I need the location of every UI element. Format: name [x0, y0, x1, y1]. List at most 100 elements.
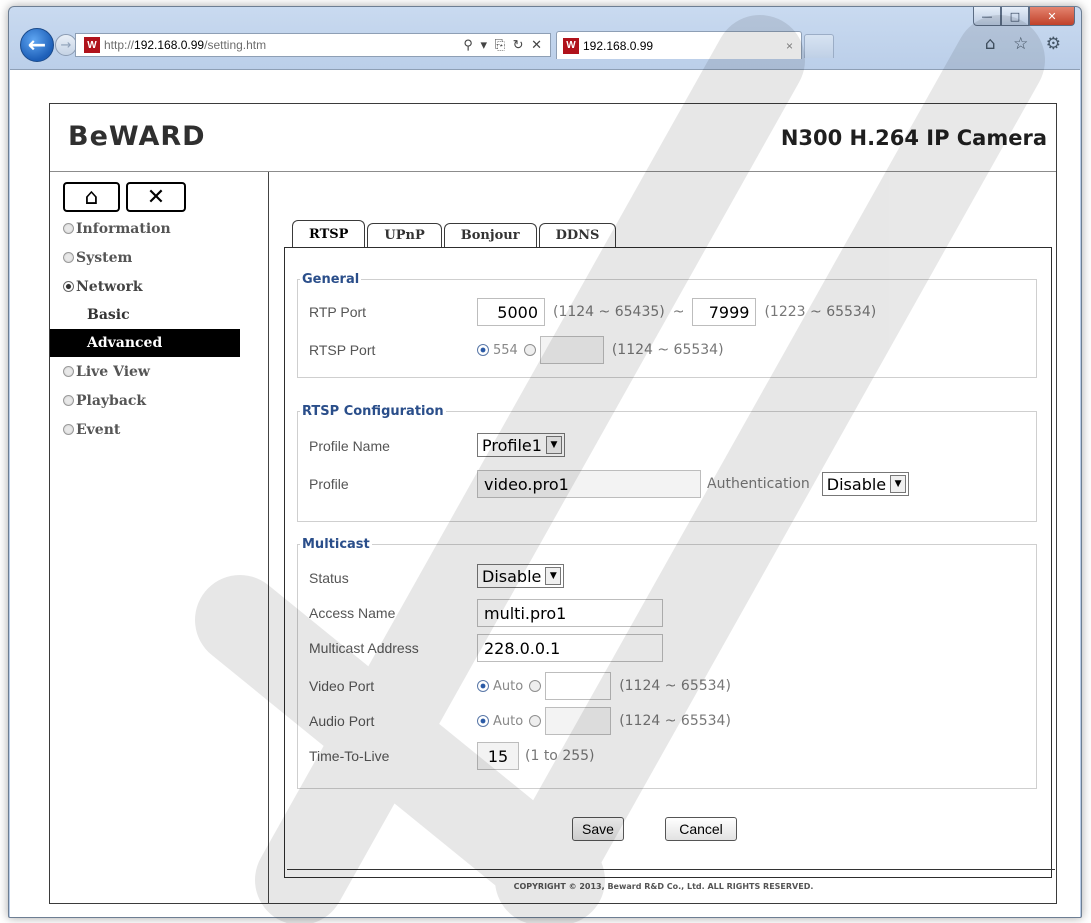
tab-upnp[interactable]: UPnP	[367, 223, 442, 247]
forward-button[interactable]: →	[55, 34, 77, 56]
page-header: BeWARD N300 H.264 IP Camera	[50, 104, 1056, 172]
rtsp-port-range: (1124 ~ 65534)	[611, 342, 724, 358]
maximize-button[interactable]: □	[1001, 7, 1029, 26]
camera-settings-page: BeWARD N300 H.264 IP Camera ⌂ ✕ Informat…	[49, 103, 1057, 904]
copyright-text: COPYRIGHT © 2013, Beward R&D Co., Ltd. A…	[513, 882, 814, 891]
rtsp-configuration-legend: RTSP Configuration	[302, 404, 444, 419]
rtsp-port-controls: 554 (1124 ~ 65534)	[477, 336, 724, 364]
audio-port-custom-input[interactable]	[545, 707, 612, 735]
sidebar-item-playback[interactable]: Playback	[50, 386, 268, 415]
status-label: Status	[309, 570, 349, 586]
status-value: Disable	[482, 566, 542, 586]
status-select[interactable]: Disable ▼	[477, 564, 565, 588]
bullet-icon	[63, 395, 74, 406]
sidebar-item-network[interactable]: Network	[50, 272, 268, 301]
tab-close-icon[interactable]: ×	[786, 39, 793, 53]
ttl-label: Time-To-Live	[309, 748, 390, 764]
profile-name-value: Profile1	[482, 435, 542, 455]
footer-divider	[287, 869, 1055, 870]
back-button[interactable]: ←	[20, 28, 54, 62]
ttl-input[interactable]: 15	[477, 742, 519, 770]
dropdown-arrow-icon: ▼	[890, 475, 907, 493]
sidebar-item-information[interactable]: Information	[50, 214, 268, 243]
multicast-address-label: Multicast Address	[309, 640, 419, 656]
sidebar-item-live-view[interactable]: Live View	[50, 357, 268, 386]
sidebar-item-system[interactable]: System	[50, 243, 268, 272]
close-button[interactable]: ✕	[1029, 7, 1075, 26]
video-port-range: (1124 ~ 65534)	[619, 678, 731, 694]
main-content: RTSP UPnP Bonjour DDNS General RTP Port …	[284, 220, 1053, 878]
rtp-port-label: RTP Port	[309, 304, 367, 320]
toolbar-icons[interactable]: ⌂ ☆ ⚙	[985, 34, 1067, 54]
general-legend: General	[302, 272, 360, 287]
browser-tab-active[interactable]: W 192.168.0.99 ×	[556, 31, 802, 59]
video-port-custom-radio[interactable]	[529, 680, 542, 692]
tab-title: 192.168.0.99	[583, 38, 654, 53]
audio-port-range: (1124 ~ 65534)	[619, 713, 731, 729]
cancel-button[interactable]: Cancel	[665, 817, 737, 841]
multicast-address-input[interactable]: 228.0.0.1	[477, 634, 663, 662]
dropdown-arrow-icon: ▼	[545, 436, 562, 454]
audio-port-controls: Auto (1124 ~ 65534)	[477, 707, 731, 735]
bullet-icon	[63, 223, 74, 234]
video-port-custom-input[interactable]	[545, 672, 612, 700]
access-name-input[interactable]: multi.pro1	[477, 599, 663, 627]
settings-tools-icon[interactable]: ✕	[126, 182, 186, 212]
sidebar-subitem-basic[interactable]: Basic	[50, 301, 268, 329]
audio-port-auto-radio[interactable]	[477, 715, 489, 727]
sidebar-icon-buttons: ⌂ ✕	[63, 182, 186, 212]
rtp-port-tilde: ~	[672, 304, 685, 320]
access-name-label: Access Name	[309, 605, 396, 621]
url-prefix: http://	[104, 38, 135, 52]
address-tools-icons[interactable]: ⚲ ▾ ⎘ ↻ ✕	[463, 37, 544, 53]
tab-content-frame: General RTP Port 5000 (1124 ~ 65435) ~ 7…	[284, 247, 1052, 878]
rtsp-port-default-radio[interactable]	[477, 344, 489, 356]
bullet-icon	[63, 424, 74, 435]
profile-input[interactable]: video.pro1	[477, 470, 701, 498]
save-button[interactable]: Save	[572, 817, 624, 841]
sidebar-subitem-advanced[interactable]: Advanced	[50, 329, 240, 357]
tab-bonjour[interactable]: Bonjour	[443, 223, 537, 247]
profile-name-controls: Profile1 ▼	[477, 433, 565, 457]
url-text[interactable]: http://192.168.0.99/setting.htm	[104, 38, 266, 52]
video-port-label: Video Port	[309, 678, 375, 694]
audio-port-auto-label: Auto	[493, 713, 524, 729]
home-icon[interactable]: ⌂	[63, 182, 120, 212]
ttl-range: (1 to 255)	[525, 748, 595, 764]
video-port-auto-radio[interactable]	[477, 680, 489, 692]
sidebar-item-label: Live View	[76, 363, 150, 380]
expanded-bullet-icon	[63, 281, 74, 292]
profile-name-select[interactable]: Profile1 ▼	[477, 433, 565, 457]
site-favicon-icon: W	[84, 37, 100, 53]
product-title: N300 H.264 IP Camera	[780, 126, 1047, 150]
profile-label: Profile	[309, 476, 349, 492]
sidebar-item-label: Event	[76, 421, 121, 438]
tab-ddns[interactable]: DDNS	[538, 223, 617, 247]
rtsp-configuration-fieldset: RTSP Configuration	[297, 404, 1037, 522]
rtsp-port-custom-radio[interactable]	[523, 344, 536, 356]
authentication-value: Disable	[826, 474, 887, 494]
page-viewport: BeWARD N300 H.264 IP Camera ⌂ ✕ Informat…	[10, 69, 1080, 917]
rtp-port-from-range: (1124 ~ 65435)	[553, 304, 665, 320]
new-tab-button[interactable]	[804, 34, 834, 58]
url-path: /setting.htm	[204, 38, 267, 52]
authentication-select[interactable]: Disable ▼	[821, 472, 910, 496]
access-name-controls: multi.pro1	[477, 599, 663, 627]
sidebar-item-event[interactable]: Event	[50, 415, 268, 444]
profile-controls: video.pro1 Authentication Disable ▼	[477, 470, 910, 498]
sidebar-item-label: System	[76, 249, 133, 266]
address-bar[interactable]: W http://192.168.0.99/setting.htm ⚲ ▾ ⎘ …	[75, 33, 551, 57]
minimize-button[interactable]: —	[973, 7, 1001, 26]
video-port-auto-label: Auto	[493, 678, 524, 694]
settings-tabs: RTSP UPnP Bonjour DDNS	[292, 220, 618, 247]
sidebar: ⌂ ✕ Information System Network Basic Adv…	[50, 172, 269, 904]
bullet-icon	[63, 252, 74, 263]
rtp-port-from-input[interactable]: 5000	[477, 298, 545, 326]
profile-name-label: Profile Name	[309, 438, 390, 454]
multicast-legend: Multicast	[302, 537, 370, 552]
sidebar-item-label: Network	[76, 278, 143, 295]
tab-rtsp[interactable]: RTSP	[292, 220, 366, 247]
rtsp-port-custom-input[interactable]	[539, 336, 604, 364]
audio-port-custom-radio[interactable]	[529, 715, 542, 727]
rtp-port-to-input[interactable]: 7999	[692, 298, 757, 326]
